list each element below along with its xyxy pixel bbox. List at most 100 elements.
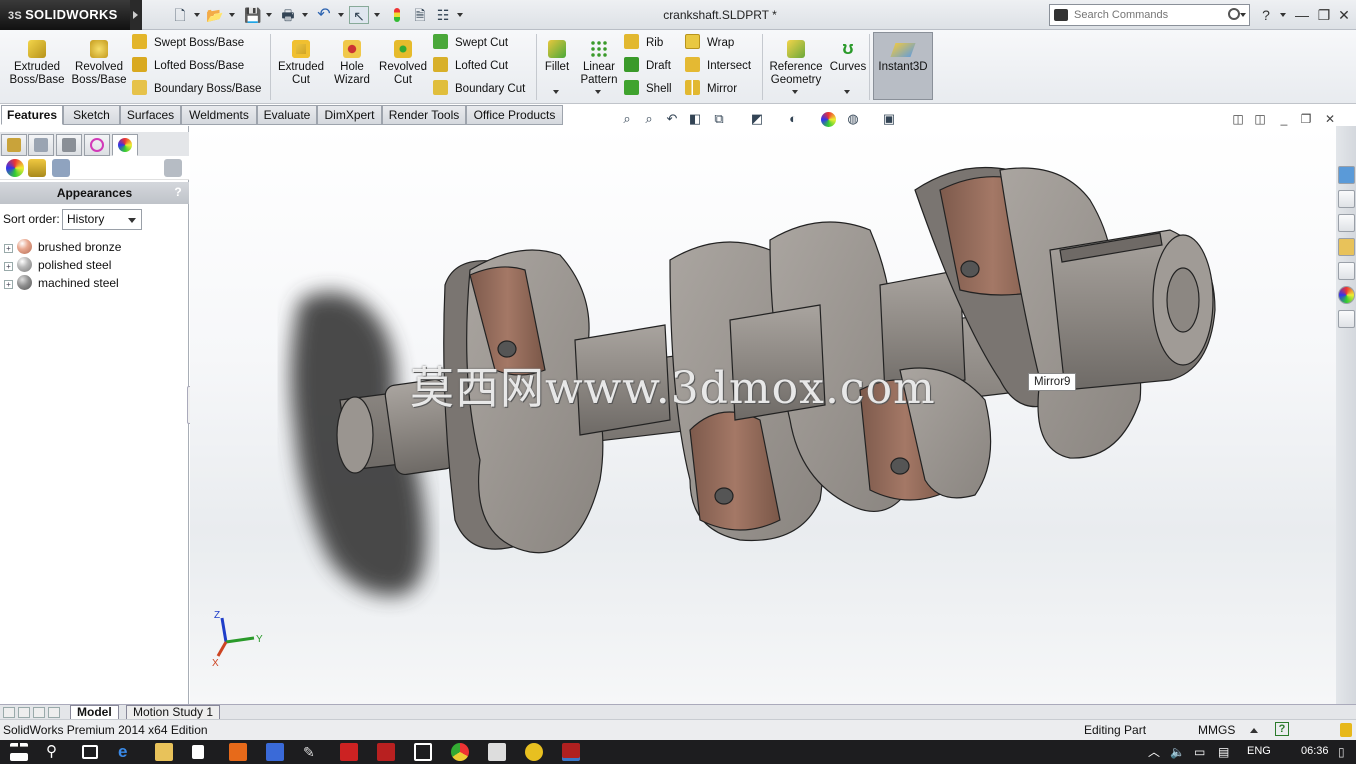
save-icon[interactable]: 💾: [243, 6, 263, 24]
apply-scene-icon[interactable]: ◍: [844, 110, 862, 128]
boundary-cut-button[interactable]: Boundary Cut: [433, 79, 525, 99]
solidworks-menu-arrow-icon[interactable]: [130, 0, 142, 30]
last-tab-arrow-icon[interactable]: [48, 707, 60, 718]
fillet-dropdown[interactable]: [553, 90, 559, 94]
file-explorer-icon[interactable]: [155, 743, 173, 761]
search-input[interactable]: [1074, 7, 1224, 23]
app-window-icon[interactable]: [414, 743, 432, 761]
shell-button[interactable]: Shell: [624, 79, 672, 99]
extruded-cut-button[interactable]: Extruded Cut: [275, 36, 327, 87]
volume-icon[interactable]: 🔈: [1170, 743, 1188, 761]
view-orientation-icon[interactable]: ◩: [748, 110, 766, 128]
print-icon[interactable]: 🖶: [278, 6, 298, 24]
home-icon[interactable]: [1338, 190, 1355, 208]
print-dropdown[interactable]: [302, 13, 308, 17]
doc-minimize-button[interactable]: _: [1276, 112, 1292, 126]
search-icon[interactable]: [1228, 8, 1240, 20]
chrome-icon[interactable]: [451, 743, 469, 761]
linear-pattern-dropdown[interactable]: [595, 90, 601, 94]
intersect-button[interactable]: Intersect: [685, 56, 751, 76]
tray-arrow-icon[interactable]: ︿: [1148, 743, 1166, 761]
appearances-scenes-icon[interactable]: [1338, 286, 1355, 304]
open-dropdown[interactable]: [229, 13, 235, 17]
solidworks-taskbar-icon[interactable]: [562, 743, 580, 761]
help-dropdown[interactable]: [1280, 13, 1286, 17]
lofted-boss-button[interactable]: Lofted Boss/Base: [132, 56, 244, 76]
mirror-button[interactable]: Mirror: [685, 79, 737, 99]
undo-dropdown[interactable]: [338, 13, 344, 17]
next-tab-arrow-icon[interactable]: [33, 707, 45, 718]
save-dropdown[interactable]: [266, 13, 272, 17]
extruded-boss-button[interactable]: Extruded Boss/Base: [8, 36, 66, 87]
curves-button[interactable]: ʊ Curves: [828, 36, 868, 74]
help-icon[interactable]: ?: [1275, 722, 1289, 736]
tab-office-products[interactable]: Office Products: [466, 105, 563, 125]
store-icon[interactable]: [192, 745, 204, 759]
app-pen-icon[interactable]: [266, 743, 284, 761]
appearance-item-polished-steel[interactable]: + polished steel: [4, 256, 111, 274]
reference-geometry-button[interactable]: Reference Geometry: [766, 36, 826, 87]
search-commands-box[interactable]: [1049, 4, 1250, 26]
task-view-icon[interactable]: [82, 745, 98, 759]
appearance-item-machined-steel[interactable]: + machined steel: [4, 274, 119, 292]
undo-icon[interactable]: ↶: [314, 6, 334, 24]
solidworks-logo[interactable]: 3S SOLIDWORKS: [0, 0, 130, 30]
rib-button[interactable]: Rib: [624, 33, 663, 53]
file-explorer-icon[interactable]: [1338, 238, 1355, 256]
curves-dropdown[interactable]: [844, 90, 850, 94]
select-dropdown[interactable]: [374, 13, 380, 17]
scene-lights-icon[interactable]: [52, 159, 70, 177]
swept-cut-button[interactable]: Swept Cut: [433, 33, 508, 53]
tab-motion-study[interactable]: Motion Study 1: [126, 705, 221, 720]
tab-model[interactable]: Model: [70, 705, 119, 720]
expand-icon[interactable]: +: [4, 244, 13, 253]
search-icon[interactable]: ⚲: [46, 743, 64, 761]
search-dropdown[interactable]: [1240, 13, 1246, 17]
file-properties-icon[interactable]: 🗎: [410, 6, 430, 24]
solidworks-resources-icon[interactable]: [1338, 166, 1355, 184]
units-dropdown-icon[interactable]: [1250, 728, 1258, 733]
custom-properties-icon[interactable]: [1338, 310, 1355, 328]
display-pane-icon[interactable]: [164, 159, 182, 177]
displaymanager-tab[interactable]: [112, 134, 138, 156]
new-doc-icon[interactable]: 🗋: [170, 6, 190, 24]
app-ime-icon[interactable]: ✎: [303, 743, 321, 761]
dynamic-annotation-icon[interactable]: ⧉: [710, 110, 728, 128]
select-arrow-icon[interactable]: ↖: [349, 6, 369, 24]
revolved-cut-button[interactable]: Revolved Cut: [377, 36, 429, 87]
windows-start-icon[interactable]: [10, 743, 28, 751]
featuremanager-tab[interactable]: [1, 134, 27, 156]
expand-icon[interactable]: +: [4, 262, 13, 271]
view-settings-icon[interactable]: ▣: [880, 110, 898, 128]
tab-sketch[interactable]: Sketch: [63, 105, 120, 125]
view-palette-icon[interactable]: [1338, 262, 1355, 280]
language-indicator[interactable]: ENG: [1247, 745, 1271, 757]
tab-dimxpert[interactable]: DimXpert: [317, 105, 382, 125]
configurationmanager-tab[interactable]: [56, 134, 82, 156]
close-button[interactable]: ✕: [1334, 6, 1354, 24]
linear-pattern-button[interactable]: Linear Pattern: [578, 36, 620, 87]
network-icon[interactable]: ▭: [1194, 743, 1212, 761]
minimize-button[interactable]: —: [1292, 6, 1312, 24]
hole-wizard-button[interactable]: Hole Wizard: [330, 36, 374, 87]
decals-icon[interactable]: [28, 159, 46, 177]
prev-tab-arrow-icon[interactable]: [18, 707, 30, 718]
units-selector[interactable]: MMGS: [1198, 720, 1235, 740]
section-view-icon[interactable]: ◧: [686, 110, 704, 128]
open-folder-icon[interactable]: 📂: [205, 6, 225, 24]
rebuild-status-icon[interactable]: [1340, 723, 1352, 737]
instant3d-button[interactable]: Instant3D: [873, 32, 933, 100]
doc-restore-button[interactable]: ❐: [1298, 112, 1314, 126]
options-icon[interactable]: ☷: [433, 6, 453, 24]
tab-weldments[interactable]: Weldments: [181, 105, 257, 125]
wrap-button[interactable]: Wrap: [685, 33, 734, 53]
first-tab-arrow-icon[interactable]: [3, 707, 15, 718]
app-red-icon[interactable]: [340, 743, 358, 761]
expand-icon[interactable]: +: [4, 280, 13, 289]
calculator-icon[interactable]: [488, 743, 506, 761]
tab-surfaces[interactable]: Surfaces: [120, 105, 181, 125]
display-style-icon[interactable]: ◐: [784, 110, 802, 128]
graphics-area[interactable]: 莫西网www.3dmox.com Mirror9 Z Y X: [190, 126, 1336, 704]
revolved-boss-button[interactable]: Revolved Boss/Base: [70, 36, 128, 87]
help-icon[interactable]: ?: [1256, 6, 1276, 24]
